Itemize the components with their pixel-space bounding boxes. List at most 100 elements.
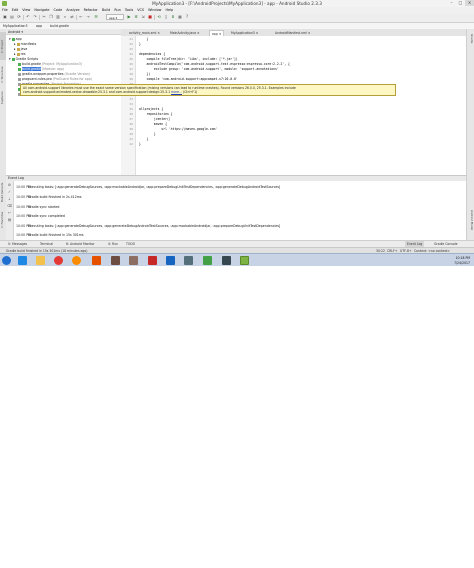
event-log-entry: 10:00 PMExecuting tasks: [:app:generateD…	[16, 185, 280, 189]
close-tab-icon[interactable]: ×	[256, 31, 259, 35]
event-log-entry: 10:00 PMGradle sync completed	[16, 214, 65, 218]
redo-icon[interactable]: ↷	[32, 14, 38, 20]
sync-icon[interactable]: ⟳	[16, 14, 22, 20]
tab-label: AndroidManifest.xml	[275, 31, 307, 35]
system-clock[interactable]: 10:18 PM 7/24/2017	[424, 256, 470, 265]
tool-tab-android-model[interactable]: Android Model	[468, 207, 474, 233]
event-log-title: Event Log	[6, 176, 466, 181]
filezilla-icon[interactable]	[148, 256, 157, 265]
tree-item-label: build.gradle	[22, 62, 42, 66]
entry-time: 10:00 PM	[16, 233, 31, 237]
soft-wrap-icon[interactable]: ↵	[7, 211, 12, 216]
entry-text: Gradle build finished in 15s 301ms	[28, 233, 84, 237]
toolbar-separator	[154, 15, 155, 20]
tree-item-note: (Module: app)	[42, 67, 65, 71]
close-tab-icon[interactable]: ×	[197, 31, 200, 35]
entry-time: 10:00 PM	[16, 205, 31, 209]
close-button[interactable]: ×	[465, 0, 474, 6]
toolbar-separator	[23, 15, 24, 20]
project-view-selector[interactable]: Android ▾	[6, 29, 121, 35]
code-editor[interactable]: }} dependencies { compile fileTree(dir: '…	[136, 36, 466, 175]
folder-icon	[16, 42, 20, 46]
run-config-select[interactable]: app ▾	[106, 14, 124, 20]
forward-icon[interactable]: →	[85, 14, 91, 20]
event-log-entry: 10:00 PMExecuting tasks: [:app:generateD…	[16, 224, 280, 228]
expand-icon: ▾	[9, 57, 11, 61]
project-view-label: Android	[8, 30, 21, 34]
close-tab-icon[interactable]: ×	[157, 31, 160, 35]
gradle-file-icon	[18, 62, 21, 66]
code-line: }	[139, 42, 141, 46]
line-number-gutter: 2122232425262728293031323334353637383940…	[121, 36, 136, 175]
file-explorer-icon[interactable]	[36, 256, 45, 265]
save-icon[interactable]: ▤	[9, 14, 15, 20]
help-icon[interactable]: ?	[184, 14, 190, 20]
lint-warning-tooltip: All com.android.support libraries must u…	[20, 84, 396, 96]
scroll-end-icon[interactable]: ⇣	[7, 197, 12, 202]
find-icon[interactable]: ⌕	[62, 14, 68, 20]
paste-icon[interactable]: ▥	[55, 14, 61, 20]
run-icon[interactable]: ▶	[126, 14, 132, 20]
windows-taskbar: 10:18 PM 7/24/2017	[0, 253, 474, 266]
back-icon[interactable]: ←	[78, 14, 84, 20]
open-icon[interactable]: ▣	[2, 14, 8, 20]
cut-icon[interactable]: ✂	[41, 14, 47, 20]
entry-text: Executing tasks: [:app:generateDebugSour…	[28, 224, 281, 228]
maximize-button[interactable]: □	[456, 0, 465, 6]
window-title: MyApplication3 - [F:\AndroidProjects\MyA…	[152, 1, 322, 6]
app-icon[interactable]	[203, 256, 212, 265]
gradle-file-icon	[18, 67, 21, 71]
tree-item-label: build.gradle	[22, 67, 42, 71]
app-icon[interactable]	[129, 256, 138, 265]
toolbar-separator	[76, 15, 77, 20]
print-icon[interactable]: ▤	[7, 218, 12, 223]
app-icon[interactable]	[184, 256, 193, 265]
code-line: }	[139, 142, 141, 146]
close-tab-icon[interactable]: ×	[308, 31, 311, 35]
code-line: compile 'com.android.support:appcompat-v…	[139, 77, 238, 81]
avd-icon[interactable]: ▯	[163, 14, 169, 20]
tree-item-label: res	[20, 52, 26, 56]
start-button-icon[interactable]	[2, 256, 11, 265]
properties-file-icon	[18, 72, 21, 76]
app-icon[interactable]	[111, 256, 120, 265]
replace-icon[interactable]: ⇄	[69, 14, 75, 20]
folder-icon	[16, 47, 20, 51]
android-studio-taskbar-icon[interactable]	[240, 256, 249, 265]
chrome-icon[interactable]	[54, 256, 63, 265]
copy-icon[interactable]: ❐	[48, 14, 54, 20]
tool-tab-gradle[interactable]: Gradle	[468, 32, 474, 46]
sync-gradle-icon[interactable]: ⟲	[156, 14, 162, 20]
entry-time: 10:00 PM	[16, 224, 31, 228]
internet-explorer-icon[interactable]	[18, 256, 27, 265]
toolbar-separator	[39, 15, 40, 20]
tree-item-note: (ProGuard Rules for app)	[52, 77, 93, 81]
tree-item-label: java	[20, 47, 28, 51]
device-monitor-icon[interactable]: ▦	[177, 14, 183, 20]
word-icon[interactable]	[166, 256, 175, 265]
sdk-icon[interactable]: ⬇	[170, 14, 176, 20]
settings-icon[interactable]: ⚙	[7, 183, 12, 188]
event-log-entry: 10:00 PMGradle build finished in 2s 412m…	[16, 195, 82, 199]
debug-icon[interactable]: ✲	[133, 14, 139, 20]
tree-item-note: (Gradle Version)	[64, 72, 91, 76]
minimize-button[interactable]: –	[447, 0, 456, 6]
stop-icon[interactable]: ■	[147, 14, 153, 20]
collapse-icon: ▸	[14, 47, 16, 51]
clear-icon[interactable]: ⌫	[7, 204, 12, 209]
tab-label: MainActivity.java	[170, 31, 196, 35]
collapse-icon: ▸	[14, 42, 16, 46]
app-icon[interactable]	[222, 256, 231, 265]
more-link[interactable]: more...	[171, 90, 182, 94]
app-icon[interactable]	[92, 256, 101, 265]
attach-icon[interactable]: ⇲	[140, 14, 146, 20]
make-icon[interactable]: ⚒	[93, 14, 99, 20]
entry-text: Gradle build finished in 2s 412ms	[28, 195, 82, 199]
entry-text: Gradle sync completed	[28, 214, 65, 218]
run-config-label: app	[109, 16, 115, 20]
undo-icon[interactable]: ↶	[25, 14, 31, 20]
firefox-icon[interactable]	[72, 256, 81, 265]
mark-read-icon[interactable]: ✓	[7, 190, 12, 195]
expand-icon: ▾	[9, 37, 11, 41]
tree-item-label: proguard-rules.pro	[22, 77, 52, 81]
